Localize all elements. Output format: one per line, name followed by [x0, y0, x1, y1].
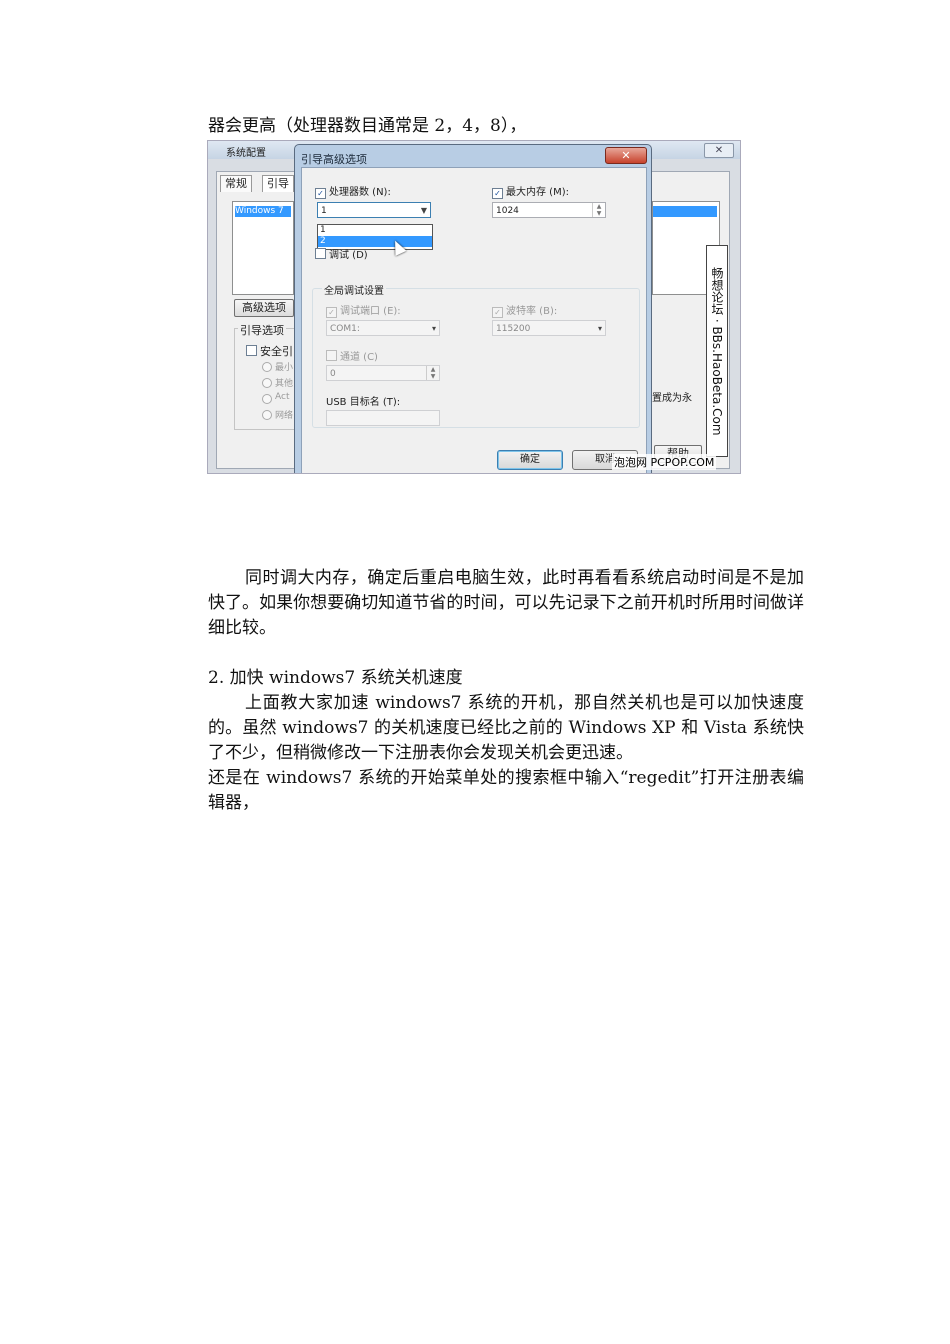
- advanced-options-button[interactable]: 高级选项: [234, 299, 294, 317]
- checkbox-checked-icon: ✓: [315, 188, 326, 199]
- ok-button[interactable]: 确定: [497, 450, 563, 470]
- debug-port-label: 调试端口 (E):: [340, 306, 401, 317]
- channel-value: 0: [330, 369, 336, 379]
- global-debug-label: 全局调试设置: [322, 282, 386, 297]
- checkbox-disabled-icon: ✓: [492, 307, 503, 318]
- checkbox-checked-icon: ✓: [492, 188, 503, 199]
- dialog-body: ✓ 处理器数 (N): 1 ▼ 1 2 ✓ 最大内存 (M): 1024 ▲ ▼ 调试…: [301, 167, 647, 473]
- checkbox-icon: [246, 345, 257, 356]
- usb-target-input[interactable]: [326, 410, 440, 426]
- checkbox-icon: [315, 248, 326, 259]
- top-line-text: 器会更高（处理器数目通常是 2，4，8），: [208, 116, 527, 136]
- screenshot-figure: 系统配置 ✕ 常规 引导 Windows 7 高级选项 引导选项 安全引 最小 …: [207, 140, 741, 474]
- radio-minimal[interactable]: [262, 362, 272, 372]
- max-memory-value: 1024: [496, 206, 519, 216]
- spinner-icon[interactable]: ▲ ▼: [426, 366, 439, 380]
- checkbox-disabled-icon: ✓: [326, 307, 337, 318]
- spinner-icon[interactable]: ▲ ▼: [592, 203, 605, 217]
- radio-alternate-label: 其他: [275, 379, 294, 389]
- tab-boot[interactable]: 引导: [262, 175, 294, 192]
- debug-checkbox[interactable]: 调试 (D): [315, 246, 368, 261]
- bg-close-icon[interactable]: ✕: [704, 143, 734, 158]
- chevron-down-icon: ▾: [597, 324, 602, 333]
- paragraph-regedit: 还是在 windows7 系统的开始菜单处的搜索框中输入“regedit”打开注…: [208, 768, 804, 813]
- radio-network-label: 网络: [275, 411, 294, 421]
- processors-label: 处理器数 (N):: [329, 187, 391, 198]
- chevron-down-icon: ▾: [431, 324, 436, 333]
- baud-label: 波特率 (B):: [506, 306, 558, 317]
- radio-ad[interactable]: [262, 394, 272, 404]
- baud-value: 115200: [496, 324, 531, 334]
- debug-port-select[interactable]: COM1: ▾: [326, 320, 440, 336]
- boot-advanced-dialog: 引导高级选项 ✕ ✓ 处理器数 (N): 1 ▼ 1 2 ✓ 最大内存 (M): 1…: [294, 144, 652, 473]
- channel-label: 通道 (C): [340, 352, 378, 363]
- safe-boot-label: 安全引: [260, 345, 293, 358]
- max-memory-label: 最大内存 (M):: [506, 187, 569, 198]
- processors-value: 1: [321, 206, 327, 216]
- baud-checkbox[interactable]: ✓ 波特率 (B):: [492, 302, 557, 318]
- safe-boot-checkbox[interactable]: 安全引: [246, 343, 293, 359]
- max-memory-input[interactable]: 1024 ▲ ▼: [492, 202, 606, 218]
- tab-general[interactable]: 常规: [220, 175, 252, 192]
- debug-port-checkbox[interactable]: ✓ 调试端口 (E):: [326, 302, 401, 318]
- paragraph-shutdown-intro: 上面教大家加速 windows7 系统的开机，那自然关机也是可以加快速度的。虽然…: [208, 693, 804, 763]
- forum-watermark: 畅想论坛 · BBs.HaoBeta.Com: [706, 245, 728, 457]
- dialog-title: 引导高级选项: [301, 153, 367, 166]
- checkbox-disabled-icon: [326, 350, 337, 361]
- paragraph-restart: 同时调大内存，确定后重启电脑生效，此时再看看系统启动时间是不是加快了。如果你想要…: [208, 568, 804, 638]
- list-item[interactable]: Windows 7: [235, 206, 291, 217]
- make-permanent-text: 置成为永: [652, 393, 692, 404]
- dropdown-option[interactable]: 1: [318, 225, 432, 236]
- channel-input[interactable]: 0 ▲ ▼: [326, 365, 440, 381]
- radio-network[interactable]: [262, 410, 272, 420]
- chevron-down-icon: ▼: [420, 206, 427, 215]
- section-heading-shutdown: 2. 加快 windows7 系统关机速度: [208, 668, 463, 688]
- channel-checkbox[interactable]: 通道 (C): [326, 348, 378, 363]
- boot-os-list[interactable]: Windows 7: [232, 201, 294, 295]
- debug-label: 调试 (D): [329, 250, 368, 261]
- dialog-close-icon[interactable]: ✕: [605, 147, 647, 164]
- baud-select[interactable]: 115200 ▾: [492, 320, 606, 336]
- source-credit: 泡泡网 PCPOP.COM: [612, 454, 717, 470]
- boot-options-label: 引导选项: [238, 322, 286, 338]
- radio-alternate[interactable]: [262, 378, 272, 388]
- bg-window-title: 系统配置: [226, 148, 266, 159]
- processors-select[interactable]: 1 ▼: [317, 202, 431, 218]
- processors-checkbox[interactable]: ✓ 处理器数 (N):: [315, 183, 391, 199]
- radio-ad-label: Act: [275, 392, 290, 402]
- debug-port-value: COM1:: [330, 324, 360, 334]
- usb-target-label: USB 目标名 (T):: [326, 397, 401, 408]
- radio-minimal-label: 最小: [275, 363, 294, 373]
- max-memory-checkbox[interactable]: ✓ 最大内存 (M):: [492, 183, 569, 199]
